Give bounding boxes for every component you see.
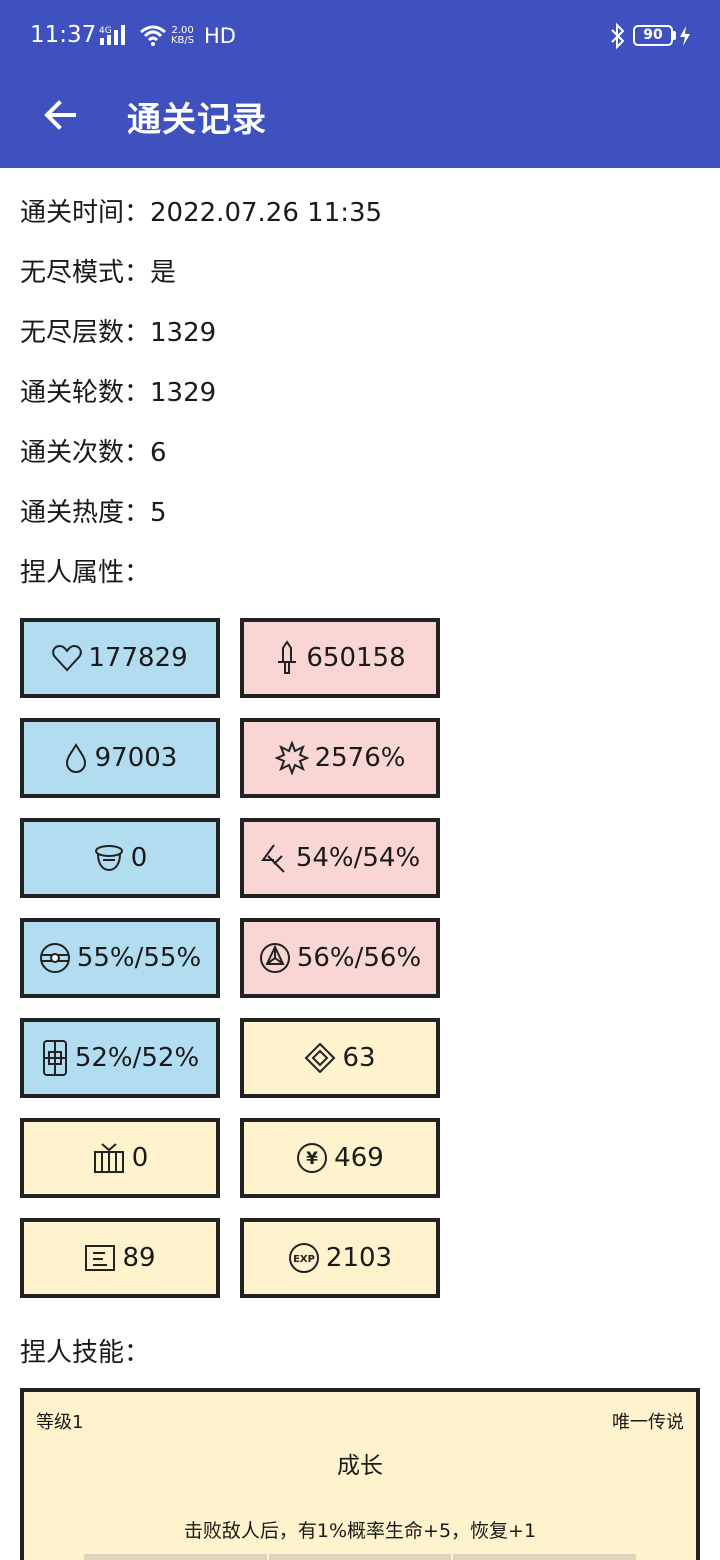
app-bar: 通关记录 [0,70,720,168]
card-icon [85,1245,116,1271]
page-title: 通关记录 [127,100,267,140]
triangle-nodes-icon [259,943,290,973]
svg-text:4G: 4G [99,26,112,36]
status-time: 11:37 [30,22,97,48]
skill-description: 击败敌人后，有1%概率生命+5，恢复+1 [183,1520,537,1542]
stat-defense: 0 [20,818,220,898]
skill-divider [84,1554,637,1560]
attributes-header: 捏人属性： [20,558,151,588]
diamond-icon [305,1042,336,1074]
battery-icon: 90 [633,25,673,46]
sword-icon [278,640,297,674]
skill-name: 成长 [337,1453,383,1479]
cellular-signal-icon: 4G [99,24,167,46]
stat-gem: 63 [240,1018,440,1098]
stat-recovery: 97003 [20,718,220,798]
tv-icon [93,1143,124,1173]
battery-tip [673,31,676,40]
stat-tv: 0 [20,1118,220,1198]
helmet-icon [94,845,123,872]
info-row-clear-time: 通关时间：2022.07.26 11:35 [20,198,383,228]
skill-rarity: 唯一传说 [612,1412,684,1433]
info-row-clear-rounds: 通关轮数：1329 [20,378,217,408]
network-speed: 2.00 KB/S [171,25,195,46]
stat-pierce: 56%/56% [240,918,440,998]
stat-armor: 52%/52% [20,1018,220,1098]
stat-card: 89 [20,1218,220,1298]
burst-icon [274,741,309,775]
block-icon [42,1040,67,1076]
stat-slash: 54%/54% [240,818,440,898]
hd-indicator: HD [204,24,236,48]
bluetooth-icon [608,22,628,54]
stat-gold: ¥ 469 [240,1118,440,1198]
charging-bolt-icon [679,26,691,50]
exp-icon: EXP [288,1243,319,1273]
drop-icon [65,743,86,774]
status-bar: 11:37 4G 2.00 KB/S HD 90 [0,0,720,70]
info-row-endless-mode: 无尽模式：是 [20,258,177,288]
stat-crit-damage: 2576% [240,718,440,798]
stat-hp: 177829 [20,618,220,698]
shield-orb-icon [39,943,70,973]
svg-text:¥: ¥ [306,1149,318,1169]
slash-icon [260,844,285,873]
yen-coin-icon: ¥ [297,1143,328,1173]
wifi-icon [140,25,166,46]
back-arrow-icon[interactable] [40,95,84,139]
info-row-endless-floors: 无尽层数：1329 [20,318,217,348]
info-row-clear-count: 通关次数：6 [20,438,167,468]
skills-header: 捏人技能： [20,1338,151,1368]
stat-exp: EXP 2103 [240,1218,440,1298]
stat-attack: 650158 [240,618,440,698]
stat-block: 55%/55% [20,918,220,998]
info-row-clear-heat: 通关热度：5 [20,498,167,528]
svg-text:EXP: EXP [293,1254,315,1265]
skill-card[interactable]: 等级1 唯一传说 成长 击败敌人后，有1%概率生命+5，恢复+1 [20,1388,700,1560]
skill-level: 等级1 [36,1412,84,1433]
heart-icon [52,644,83,672]
